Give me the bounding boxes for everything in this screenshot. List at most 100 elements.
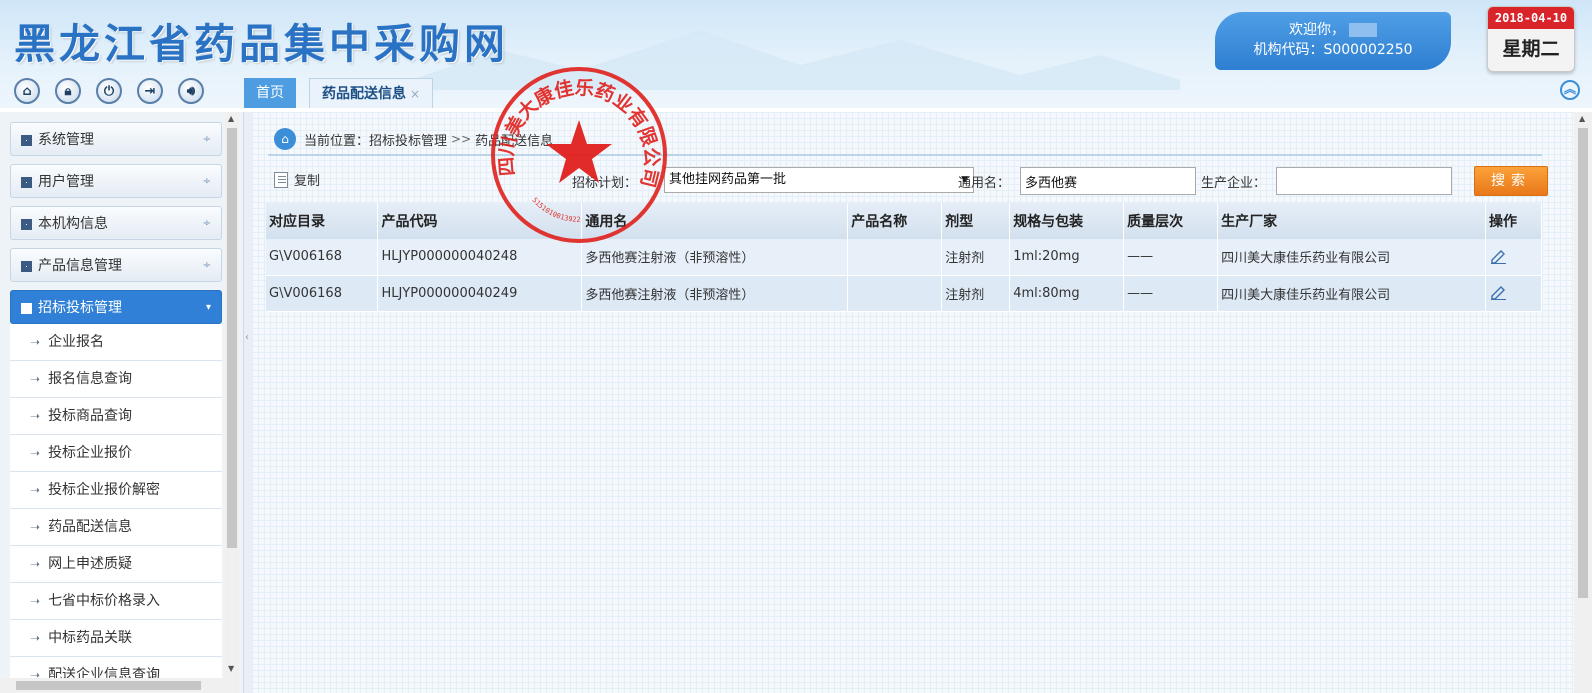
sidebar-item-bid-quote[interactable]: ➝ 投标企业报价 [10,435,222,472]
scrollbar-thumb[interactable] [16,681,201,690]
cell-spec: 4ml:80mg [1009,275,1125,312]
date-text: 2018-04-10 [1488,7,1574,29]
arrow-right-icon: ➝ [30,409,41,423]
tab-close-icon[interactable]: × [410,87,420,101]
cell-catalog: G\V006168 [266,239,379,276]
copy-button[interactable]: 复制 [274,170,320,189]
scroll-up-icon[interactable]: ▲ [1579,114,1585,123]
menu-group-label: 本机构信息 [38,216,108,232]
arrow-right-icon: ➝ [30,446,41,460]
logout-icon[interactable]: ⇥ [137,78,163,104]
sidebar-item-winning-drug-link[interactable]: ➝ 中标药品关联 [10,620,222,657]
copy-icon [274,171,288,188]
sidebar-item-enterprise-signup[interactable]: ➝ 企业报名 [10,324,222,361]
sidebar-vertical-scrollbar[interactable]: ▲ ▼ [225,112,239,678]
cell-actions [1485,275,1543,312]
sidebar-item-label: 投标企业报价解密 [48,482,161,498]
generic-name-input[interactable] [1020,167,1196,195]
plan-label: 招标计划： [572,176,638,191]
cell-product-code: HLJYP000000040249 [377,275,583,312]
sidebar-horizontal-scrollbar[interactable] [0,678,239,693]
sidebar-item-label: 药品配送信息 [48,519,133,535]
delivery-table: 对应目录 产品代码 通用名 产品名称 剂型 规格与包装 质量层次 生产厂家 操作… [266,203,1543,312]
cell-generic-name: 多西他赛注射液（非预溶性） [581,275,849,312]
arrow-right-icon: ➝ [30,335,41,349]
sidebar-item-bid-quote-decrypt[interactable]: ➝ 投标企业报价解密 [10,472,222,509]
lock-icon[interactable]: 🔒︎ [55,78,81,104]
breadcrumb: ⌂ 当前位置： 招标投标管理 >> 药品配送信息 [268,124,1542,156]
filter-toolbar: 复制 招标计划： 其他挂网药品第一批▼ 通用名： 生产企业： 搜索 [268,164,1548,196]
menu-group-label: 产品信息管理 [38,258,122,274]
cell-product-name [847,239,943,276]
arrow-right-icon: ➝ [30,557,41,571]
cell-manufacturer: 四川美大康佳乐药业有限公司 [1217,239,1486,276]
sidebar-item-drug-delivery[interactable]: ➝ 药品配送信息 [10,509,222,546]
table-row[interactable]: G\V006168 HLJYP000000040249 多西他赛注射液（非预溶性… [266,275,1543,312]
tab-home[interactable]: 首页 [244,78,296,108]
sidebar-item-label: 七省中标价格录入 [48,593,161,609]
scrollbar-thumb[interactable] [1578,128,1588,598]
arrow-right-icon: ➝ [30,372,41,386]
expand-arrow-icon: ÷ [202,260,211,271]
column-header[interactable]: 产品名称 [847,203,943,239]
sidebar-item-label: 投标商品查询 [48,408,133,424]
chevron-left-icon[interactable]: ‹ [245,332,249,343]
collapse-header-icon[interactable]: ︽ [1560,80,1580,100]
cell-dosage-form: 注射剂 [941,275,1011,312]
search-button[interactable]: 搜索 [1474,166,1548,196]
column-header[interactable]: 对应目录 [266,203,379,239]
tab-drug-delivery[interactable]: 药品配送信息 × [309,78,434,108]
date-widget: 2018-04-10 星期二 [1487,6,1575,72]
scrollbar-thumb[interactable] [227,128,237,548]
welcome-text: 欢迎你， [1289,22,1345,38]
sidebar-item-seven-province-price[interactable]: ➝ 七省中标价格录入 [10,583,222,620]
sidebar-item-online-appeal[interactable]: ➝ 网上申述质疑 [10,546,222,583]
menu-group-bidding[interactable]: 招标投标管理 ▾ [10,290,222,324]
column-header[interactable]: 剂型 [941,203,1011,239]
sidebar-splitter[interactable]: ‹ [244,112,252,693]
collapse-arrow-icon: ▾ [205,302,211,313]
arrow-right-icon: ➝ [30,520,41,534]
cell-generic-name: 多西他赛注射液（非预溶性） [581,239,849,276]
username-redacted [1349,23,1377,37]
breadcrumb-level1[interactable]: 招标投标管理 [369,130,447,149]
arrow-right-icon: ➝ [30,483,41,497]
plan-select[interactable]: 其他挂网药品第一批 ▼ [664,167,974,193]
cell-catalog: G\V006168 [266,275,379,312]
expand-arrow-icon: ÷ [202,176,211,187]
table-header-row: 对应目录 产品代码 通用名 产品名称 剂型 规格与包装 质量层次 生产厂家 操作 [266,203,1543,239]
menu-group-users[interactable]: 用户管理 ÷ [10,164,222,198]
expand-arrow-icon: ÷ [202,218,211,229]
menu-group-system[interactable]: 系统管理 ÷ [10,122,222,156]
main-vertical-scrollbar[interactable]: ▲ [1574,112,1592,693]
menu-group-org-info[interactable]: 本机构信息 ÷ [10,206,222,240]
sidebar-item-signup-query[interactable]: ➝ 报名信息查询 [10,361,222,398]
manufacturer-input[interactable] [1276,167,1452,195]
column-header[interactable]: 通用名 [581,203,849,239]
sidebar-item-label: 投标企业报价 [48,445,133,461]
edit-icon[interactable] [1489,246,1507,264]
edit-icon[interactable] [1489,282,1507,300]
sidebar-item-label: 中标药品关联 [48,630,133,646]
arrow-right-icon: ➝ [30,631,41,645]
menu-group-label: 系统管理 [38,132,94,148]
sidebar: 系统管理 ÷ 用户管理 ÷ 本机构信息 ÷ 产品信息管理 ÷ 招标投标管理 ▾ ➝ 企业报名… [0,112,244,693]
column-header[interactable]: 质量层次 [1123,203,1219,239]
grid-icon [21,218,32,230]
sidebar-menu: 系统管理 ÷ 用户管理 ÷ 本机构信息 ÷ 产品信息管理 ÷ 招标投标管理 ▾ ➝ 企业报名… [10,122,222,693]
sidebar-item-label: 报名信息查询 [48,371,133,387]
sidebar-item-bid-product-query[interactable]: ➝ 投标商品查询 [10,398,222,435]
column-header[interactable]: 生产厂家 [1217,203,1486,239]
breadcrumb-separator: >> [451,132,472,146]
sound-icon[interactable]: 🔊︎ [178,78,204,104]
scroll-up-icon[interactable]: ▲ [228,114,234,123]
breadcrumb-level2: 药品配送信息 [475,133,554,149]
scroll-down-icon[interactable]: ▼ [228,664,234,673]
table-row[interactable]: G\V006168 HLJYP000000040248 多西他赛注射液（非预溶性… [266,239,1543,276]
column-header[interactable]: 产品代码 [377,203,583,239]
menu-group-product-info[interactable]: 产品信息管理 ÷ [10,248,222,282]
power-icon[interactable]: ⏻ [96,78,122,104]
column-header[interactable]: 规格与包装 [1009,203,1125,239]
org-code: 机构代码：S000002250 [1253,42,1413,58]
home-icon[interactable]: ⌂ [14,78,40,104]
